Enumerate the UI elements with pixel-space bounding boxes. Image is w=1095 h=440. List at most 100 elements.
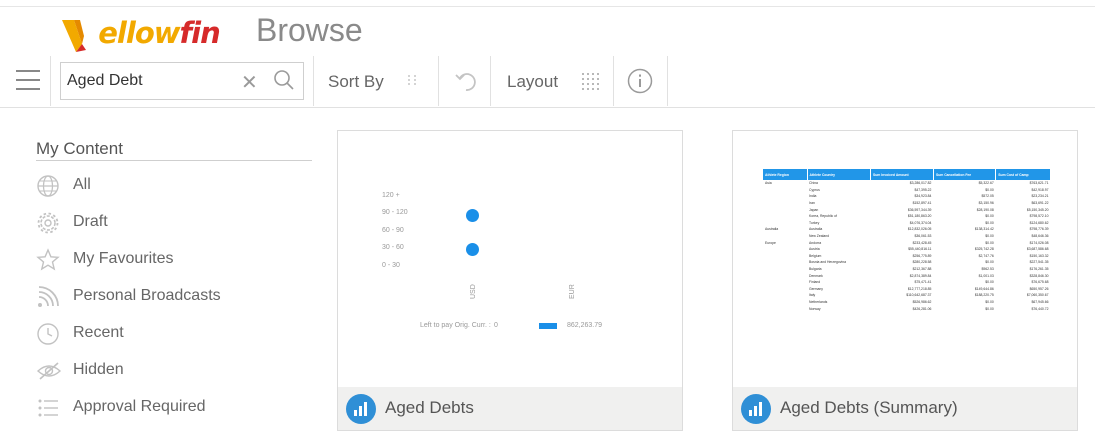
table-header: Athlete Country xyxy=(807,169,871,180)
table-cell: China xyxy=(809,181,818,186)
table-row: Italy $110,642,687.37 $188,220.75 $7,060,35… xyxy=(763,292,1051,299)
table-cell: $188,220.75 xyxy=(974,293,994,298)
info-icon[interactable] xyxy=(627,68,653,94)
table-cell: $0.00 xyxy=(985,220,994,225)
globe-icon xyxy=(37,175,59,197)
table-cell xyxy=(763,266,807,273)
table-cell: $5,150,345.20 xyxy=(1026,207,1049,212)
clock-icon xyxy=(37,323,59,345)
table-cell xyxy=(763,272,807,279)
sidebar-item-label: Recent xyxy=(73,324,124,341)
logo-text: Yellowfin xyxy=(82,16,220,50)
layout-button[interactable]: Layout xyxy=(507,72,558,92)
table-cell: $3,687,586.68 xyxy=(1026,247,1049,252)
sidebar-item-label: Draft xyxy=(73,213,108,230)
table-row: New Zealand $36,061.53 $0.00 $48,646.36 xyxy=(763,233,1051,240)
undo-icon[interactable] xyxy=(454,69,478,93)
table-row: Korea, Republic of $51,180,863.20 $0.00 $79… xyxy=(763,213,1051,220)
toolbar-divider xyxy=(667,56,668,106)
top-border xyxy=(0,6,1095,7)
table-row: Turkey $4,076,374.04 $0.00 $124,680.62 xyxy=(763,220,1051,227)
table-row: Cyprus $47,395.22 $0.00 $42,918.97 xyxy=(763,187,1051,194)
search-input[interactable] xyxy=(67,69,237,93)
table-cell: $63,691.22 xyxy=(1031,201,1049,206)
sidebar-item-label: All xyxy=(73,176,91,193)
sidebar-item-hidden[interactable]: Hidden xyxy=(34,358,304,384)
table-row: Bosnia and Herzegovina $280,228.58 $0.00 $2… xyxy=(763,259,1051,266)
table-cell: Netherlands xyxy=(809,299,828,304)
search-icon[interactable] xyxy=(273,69,295,91)
sidebar-item-label: Hidden xyxy=(73,361,124,378)
table-row: Netherlands $526,986.62 $0.00 $67,945.66 xyxy=(763,299,1051,306)
table-cell: $962.53 xyxy=(981,267,994,272)
table-cell: Austria xyxy=(809,247,820,252)
table-cell: $233,428.45 xyxy=(912,240,932,245)
table-cell: $36,061.53 xyxy=(914,234,932,239)
star-icon xyxy=(36,248,60,271)
table-cell xyxy=(763,279,807,286)
logo-text-fin: fin xyxy=(179,16,221,50)
table-row: Belgium $256,775.89 $2,747.76 $150,163.32 xyxy=(763,253,1051,260)
sidebar-item-approval-required[interactable]: Approval Required xyxy=(34,395,304,421)
table-cell xyxy=(763,286,807,293)
summary-table-preview: Athlete Region Athlete Country Sum Invoi… xyxy=(763,169,1051,312)
table-cell: Korea, Republic of xyxy=(809,214,837,219)
table-cell: $763,621.71 xyxy=(1029,181,1049,186)
table-cell: $138,314.42 xyxy=(974,227,994,232)
table-row: Austria $55,440,816.11 $325,742.28 $3,687,5… xyxy=(763,246,1051,253)
table-cell: $55,440,816.11 xyxy=(908,247,932,252)
table-row: Denmark $2,874,389.84 $1,001.03 $328,846.30 xyxy=(763,272,1051,279)
report-card-aged-debts[interactable]: 120 + 90 - 120 60 - 90 30 - 60 0 - 30 US… xyxy=(337,130,683,431)
table-body: Asia China $3,286,017.82 $5,322.67 $763,621.… xyxy=(763,180,1051,312)
card-footer: Aged Debts (Summary) xyxy=(733,387,1077,430)
search-box: ✕ xyxy=(60,62,304,100)
table-cell xyxy=(763,220,807,227)
table-cell: $42,918.97 xyxy=(1031,187,1049,192)
sidebar-item-label: My Favourites xyxy=(73,250,174,267)
page-title: Browse xyxy=(256,12,363,48)
y-axis-label: 60 - 90 xyxy=(382,227,404,234)
yellowfin-logo[interactable]: Yellowfin xyxy=(60,10,240,54)
table-cell: India xyxy=(809,194,817,199)
sidebar-item-personal-broadcasts[interactable]: Personal Broadcasts xyxy=(34,284,304,310)
table-cell: $152,897.41 xyxy=(912,201,932,206)
table-cell: $12,777,218.85 xyxy=(907,286,932,291)
table-header: Sum Cost of Camp xyxy=(995,169,1051,180)
table-cell: $0.00 xyxy=(985,260,994,265)
table-cell xyxy=(763,233,807,240)
table-row: Europe Andorra $233,428.45 $0.00 $174,026.08 xyxy=(763,239,1051,246)
table-cell: Germany xyxy=(809,286,823,291)
sidebar-item-all[interactable]: All xyxy=(34,173,304,199)
table-cell: $798,776.39 xyxy=(1029,227,1049,232)
report-card-aged-debts-summary[interactable]: Athlete Region Athlete Country Sum Invoi… xyxy=(732,130,1078,431)
table-cell: $36,597,344.39 xyxy=(907,207,932,212)
table-cell: Norway xyxy=(809,306,821,311)
table-cell: Italy xyxy=(809,293,816,298)
table-cell: Asia xyxy=(765,181,772,186)
grid-icon[interactable] xyxy=(580,71,600,91)
table-cell xyxy=(763,259,807,266)
table-cell: $526,986.62 xyxy=(912,299,932,304)
table-header: Sum Invoiced Amount xyxy=(870,169,934,180)
table-cell: $174,026.08 xyxy=(1029,240,1049,245)
logo-text-ellow: ellow xyxy=(98,16,180,50)
sort-icon[interactable] xyxy=(404,71,420,91)
table-cell: $34,923.84 xyxy=(914,194,932,199)
table-cell: $0.00 xyxy=(985,299,994,304)
menu-icon[interactable] xyxy=(16,70,42,92)
table-cell: $48,646.36 xyxy=(1031,234,1049,239)
toolbar-divider xyxy=(613,56,614,106)
sort-by-button[interactable]: Sort By xyxy=(328,72,384,92)
chart-point xyxy=(466,243,479,256)
table-cell: $280,228.58 xyxy=(912,260,932,265)
table-cell xyxy=(763,213,807,220)
y-axis-label: 30 - 60 xyxy=(382,244,404,251)
table-cell: $76,675.68 xyxy=(1031,280,1049,285)
sidebar-item-my-favourites[interactable]: My Favourites xyxy=(34,247,304,273)
sidebar-item-draft[interactable]: Draft xyxy=(34,210,304,236)
table-cell: Iran xyxy=(809,201,815,206)
table-cell: $3,150.96 xyxy=(978,201,994,206)
card-footer: Aged Debts xyxy=(338,387,682,430)
sidebar-item-recent[interactable]: Recent xyxy=(34,321,304,347)
clear-icon[interactable]: ✕ xyxy=(241,70,258,95)
